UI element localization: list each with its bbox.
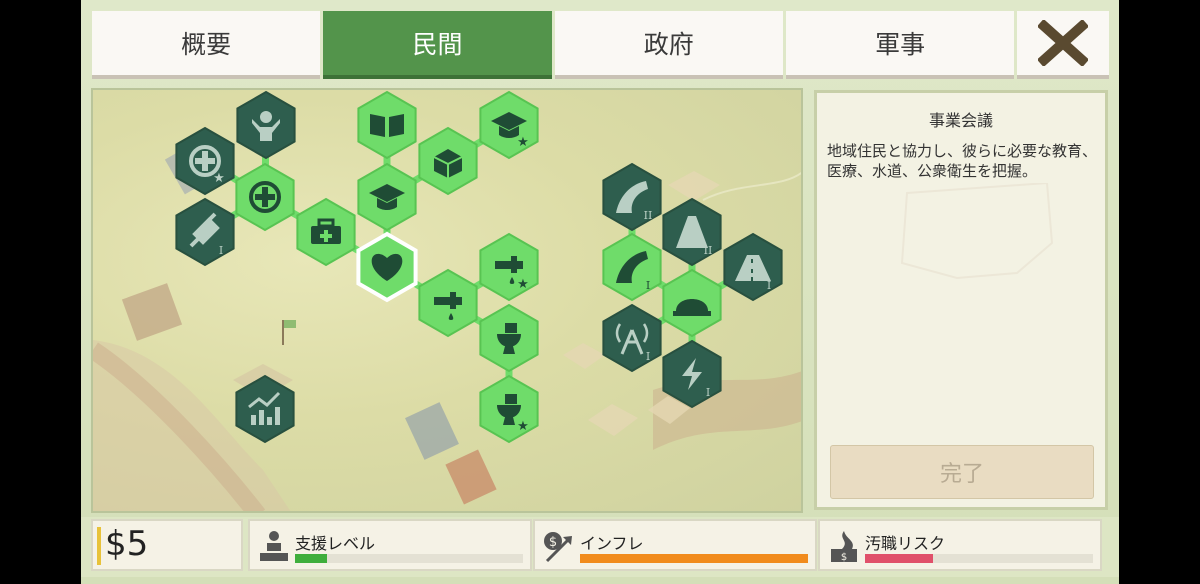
tier-label: I [706, 386, 710, 399]
tier-label: I [646, 350, 650, 363]
corruption-risk-track [865, 554, 1093, 563]
skill-node-road-2[interactable]: II [662, 197, 722, 267]
star-icon: ★ [517, 419, 529, 434]
tab-military[interactable]: 軍事 [785, 11, 1015, 79]
corruption-risk-stat: $ 汚職リスク [818, 519, 1102, 571]
close-x-icon [1038, 20, 1089, 66]
tab-government[interactable]: 政府 [554, 11, 783, 79]
skill-node-library[interactable] [357, 90, 417, 160]
panel-title: 事業会議 [928, 111, 993, 130]
tab-bar: 概要 民間 政府 軍事 [92, 11, 1109, 79]
inflation-stat: $ インフレ [533, 519, 817, 571]
inflation-track [580, 554, 808, 563]
tier-label: I [219, 244, 223, 257]
skill-node-construction[interactable] [662, 268, 722, 338]
skill-node-telecom[interactable]: I [602, 303, 662, 373]
inflation-label: インフレ [580, 534, 644, 553]
skill-node-supplies[interactable] [418, 126, 478, 196]
close-button[interactable] [1017, 11, 1109, 79]
money-accent-bar [97, 527, 101, 565]
money-value: $5 [105, 524, 149, 564]
info-panel: 事業会議 地域住民と協力し、彼らに必要な教育、医療、水道、公衆衛生を把握。 完了 [814, 90, 1108, 510]
map-outline-decoration [900, 183, 1054, 280]
tier-label: I [767, 279, 771, 292]
burning-money-icon: $ [831, 531, 857, 563]
helping-hand-icon [260, 531, 288, 561]
panel-description: 地域住民と協力し、彼らに必要な教育、医療、水道、公衆衛生を把握。 [827, 142, 1098, 180]
support-level-track [295, 554, 523, 563]
medical-cross-icon [249, 181, 281, 213]
skill-node-vaccine[interactable]: I [175, 197, 235, 267]
money-display: $5 [91, 519, 243, 571]
tier-label: II [644, 209, 653, 222]
skill-node-sanitation-plus[interactable]: ★ [479, 374, 539, 444]
skill-node-education-plus[interactable]: ★ [479, 90, 539, 160]
skill-node-sanitation[interactable] [479, 303, 539, 373]
skill-tree: ★I★★★IIIIIIII [175, 90, 783, 444]
skill-node-hex [235, 374, 295, 444]
skill-node-heart[interactable] [356, 231, 418, 303]
svg-text:$: $ [841, 552, 847, 563]
star-icon: ★ [517, 277, 529, 292]
skill-node-education[interactable] [357, 162, 417, 232]
game-screen: 概要 民間 政府 軍事 ★ I ★ ★ ★ II I II I I I 事業会議… [81, 0, 1119, 584]
star-icon: ★ [517, 135, 529, 150]
skill-node-road-curve-1[interactable]: I [602, 232, 662, 302]
support-level-fill [295, 554, 327, 563]
skill-node-medical-plus[interactable]: ★ [175, 126, 235, 196]
skill-node-hex [602, 303, 662, 373]
tier-label: I [646, 279, 650, 292]
svg-text:$: $ [549, 535, 557, 550]
skill-node-hex [236, 90, 296, 160]
tier-label: II [704, 244, 713, 257]
inflation-fill [580, 554, 808, 563]
skill-node-highway[interactable]: I [723, 232, 783, 302]
skill-node-road-curve-2[interactable]: II [602, 162, 662, 232]
skill-node-first-aid[interactable] [296, 197, 356, 267]
tab-civilian[interactable]: 民間 [323, 11, 552, 79]
support-level-stat: 支援レベル [248, 519, 532, 571]
complete-button[interactable]: 完了 [830, 445, 1094, 499]
skill-node-water-plus[interactable]: ★ [479, 232, 539, 302]
skill-node-hex [357, 90, 417, 160]
corruption-risk-label: 汚職リスク [865, 534, 946, 553]
skill-node-economy[interactable] [235, 374, 295, 444]
skill-node-child-care[interactable] [236, 90, 296, 160]
skill-node-medical[interactable] [235, 162, 295, 232]
corruption-risk-fill [865, 554, 934, 563]
money-arrow-up-icon: $ [544, 532, 572, 563]
status-bar: $5 支援レベル $ インフレ $ 汚職リスク [81, 517, 1119, 577]
skill-node-power[interactable]: I [662, 339, 722, 409]
skill-tree-map: ★ I ★ ★ ★ II I II I I I [91, 88, 803, 513]
star-icon: ★ [213, 171, 225, 186]
support-level-label: 支援レベル [295, 534, 376, 553]
skill-node-water[interactable] [418, 268, 478, 338]
tab-overview[interactable]: 概要 [92, 11, 321, 79]
